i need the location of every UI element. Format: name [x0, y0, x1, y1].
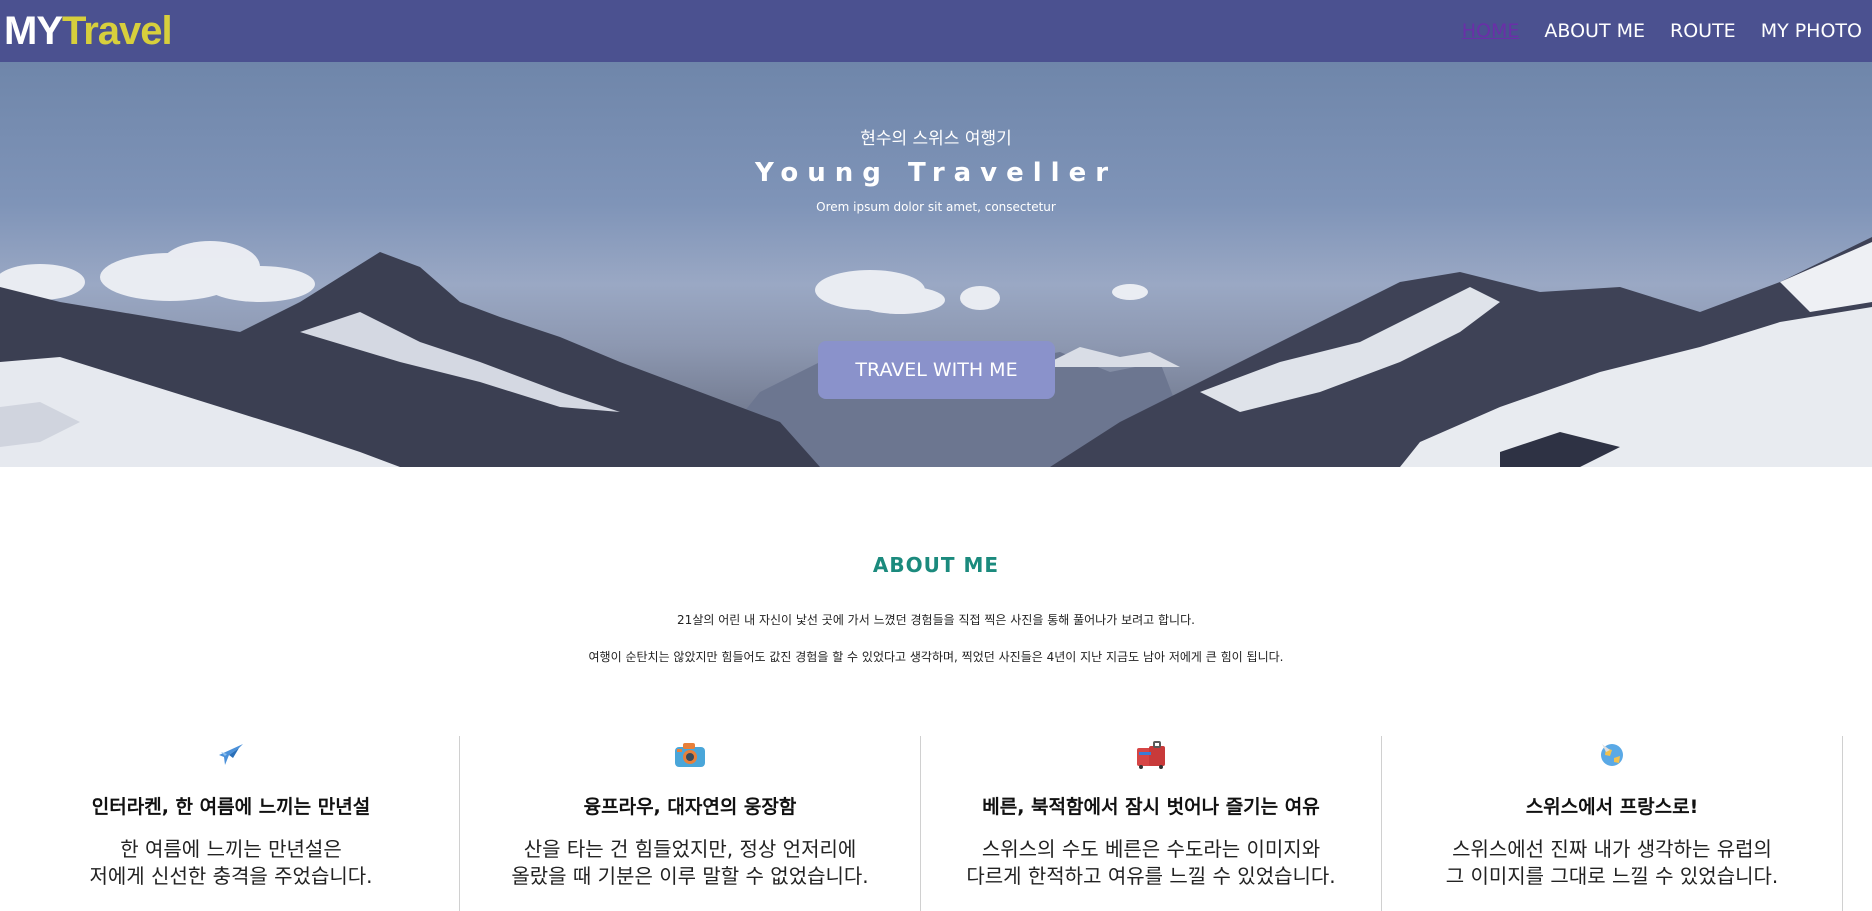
features-section: 인터라켄, 한 여름에 느끼는 만년설 한 여름에 느끼는 만년설은 저에게 신… [0, 736, 1872, 911]
feature-text: 산을 타는 건 힘들었지만, 정상 언저리에 올랐을 때 기분은 이루 말할 수… [459, 836, 921, 890]
nav-home[interactable]: HOME [1462, 18, 1520, 44]
feature-text-line-1: 산을 타는 건 힘들었지만, 정상 언저리에 [523, 837, 857, 861]
main-nav: HOME ABOUT ME ROUTE MY PHOTO [1462, 18, 1862, 44]
travel-with-me-button[interactable]: TRAVEL WITH ME [818, 341, 1055, 399]
hero-section: 현수의 스위스 여행기 Young Traveller Orem ipsum d… [0, 62, 1872, 467]
about-paragraph-1: 21살의 어린 내 자신이 낯선 곳에 가서 느꼈던 경험들을 직접 찍은 사진… [677, 613, 1195, 627]
feature-text-line-2: 올랐을 때 기분은 이루 말할 수 없었습니다. [511, 864, 869, 888]
hero-subtitle: 현수의 스위스 여행기 [860, 129, 1012, 149]
feature-text-line-1: 한 여름에 느끼는 만년설은 [120, 837, 342, 861]
globe-icon [1381, 738, 1843, 770]
feature-text-line-2: 다르게 한적하고 여유를 느낄 수 있었습니다. [966, 864, 1336, 888]
feature-text: 스위스에선 진짜 내가 생각하는 유럽의 그 이미지를 그대로 느낄 수 있었습… [1381, 836, 1843, 890]
logo-my: MY [4, 9, 63, 53]
feature-card-interlaken: 인터라켄, 한 여름에 느끼는 만년설 한 여름에 느끼는 만년설은 저에게 신… [0, 736, 462, 911]
feature-title: 융프라우, 대자연의 웅장함 [583, 796, 797, 818]
nav-about-me[interactable]: ABOUT ME [1544, 18, 1645, 44]
feature-card-jungfrau: 융프라우, 대자연의 웅장함 산을 타는 건 힘들었지만, 정상 언저리에 올랐… [459, 736, 921, 911]
hero-description: Orem ipsum dolor sit amet, consectetur [816, 200, 1056, 214]
feature-text-line-2: 그 이미지를 그대로 느낄 수 있었습니다. [1445, 864, 1779, 888]
mountain-background-image [0, 237, 1872, 467]
hero-title: Young Traveller [754, 158, 1118, 188]
feature-text-line-1: 스위스에선 진짜 내가 생각하는 유럽의 [1452, 837, 1772, 861]
feature-title: 베른, 북적함에서 잠시 벗어나 즐기는 여유 [982, 796, 1320, 818]
navbar: MYTravel HOME ABOUT ME ROUTE MY PHOTO [0, 0, 1872, 62]
feature-title: 스위스에서 프랑스로! [1525, 796, 1699, 818]
nav-route[interactable]: ROUTE [1670, 18, 1736, 44]
logo[interactable]: MYTravel [4, 6, 173, 56]
about-me-heading: ABOUT ME [872, 553, 1000, 577]
feature-card-bern: 베른, 북적함에서 잠시 벗어나 즐기는 여유 스위스의 수도 베른은 수도라는… [920, 736, 1382, 911]
feature-text-line-2: 저에게 신선한 충격을 주었습니다. [89, 864, 373, 888]
camera-icon [459, 738, 921, 770]
luggage-icon [920, 738, 1382, 770]
feature-card-france: 스위스에서 프랑스로! 스위스에선 진짜 내가 생각하는 유럽의 그 이미지를 … [1381, 736, 1843, 911]
logo-travel: Travel [62, 9, 173, 53]
feature-text: 한 여름에 느끼는 만년설은 저에게 신선한 충격을 주었습니다. [0, 836, 462, 890]
feature-text-line-1: 스위스의 수도 베른은 수도라는 이미지와 [981, 837, 1321, 861]
feature-text: 스위스의 수도 베른은 수도라는 이미지와 다르게 한적하고 여유를 느낄 수 … [920, 836, 1382, 890]
airplane-icon [0, 738, 462, 770]
divider [1842, 736, 1843, 911]
feature-title: 인터라켄, 한 여름에 느끼는 만년설 [91, 796, 371, 818]
nav-my-photo[interactable]: MY PHOTO [1761, 18, 1862, 44]
about-paragraph-2: 여행이 순탄치는 않았지만 힘들어도 값진 경험을 할 수 있었다고 생각하며,… [588, 650, 1284, 664]
